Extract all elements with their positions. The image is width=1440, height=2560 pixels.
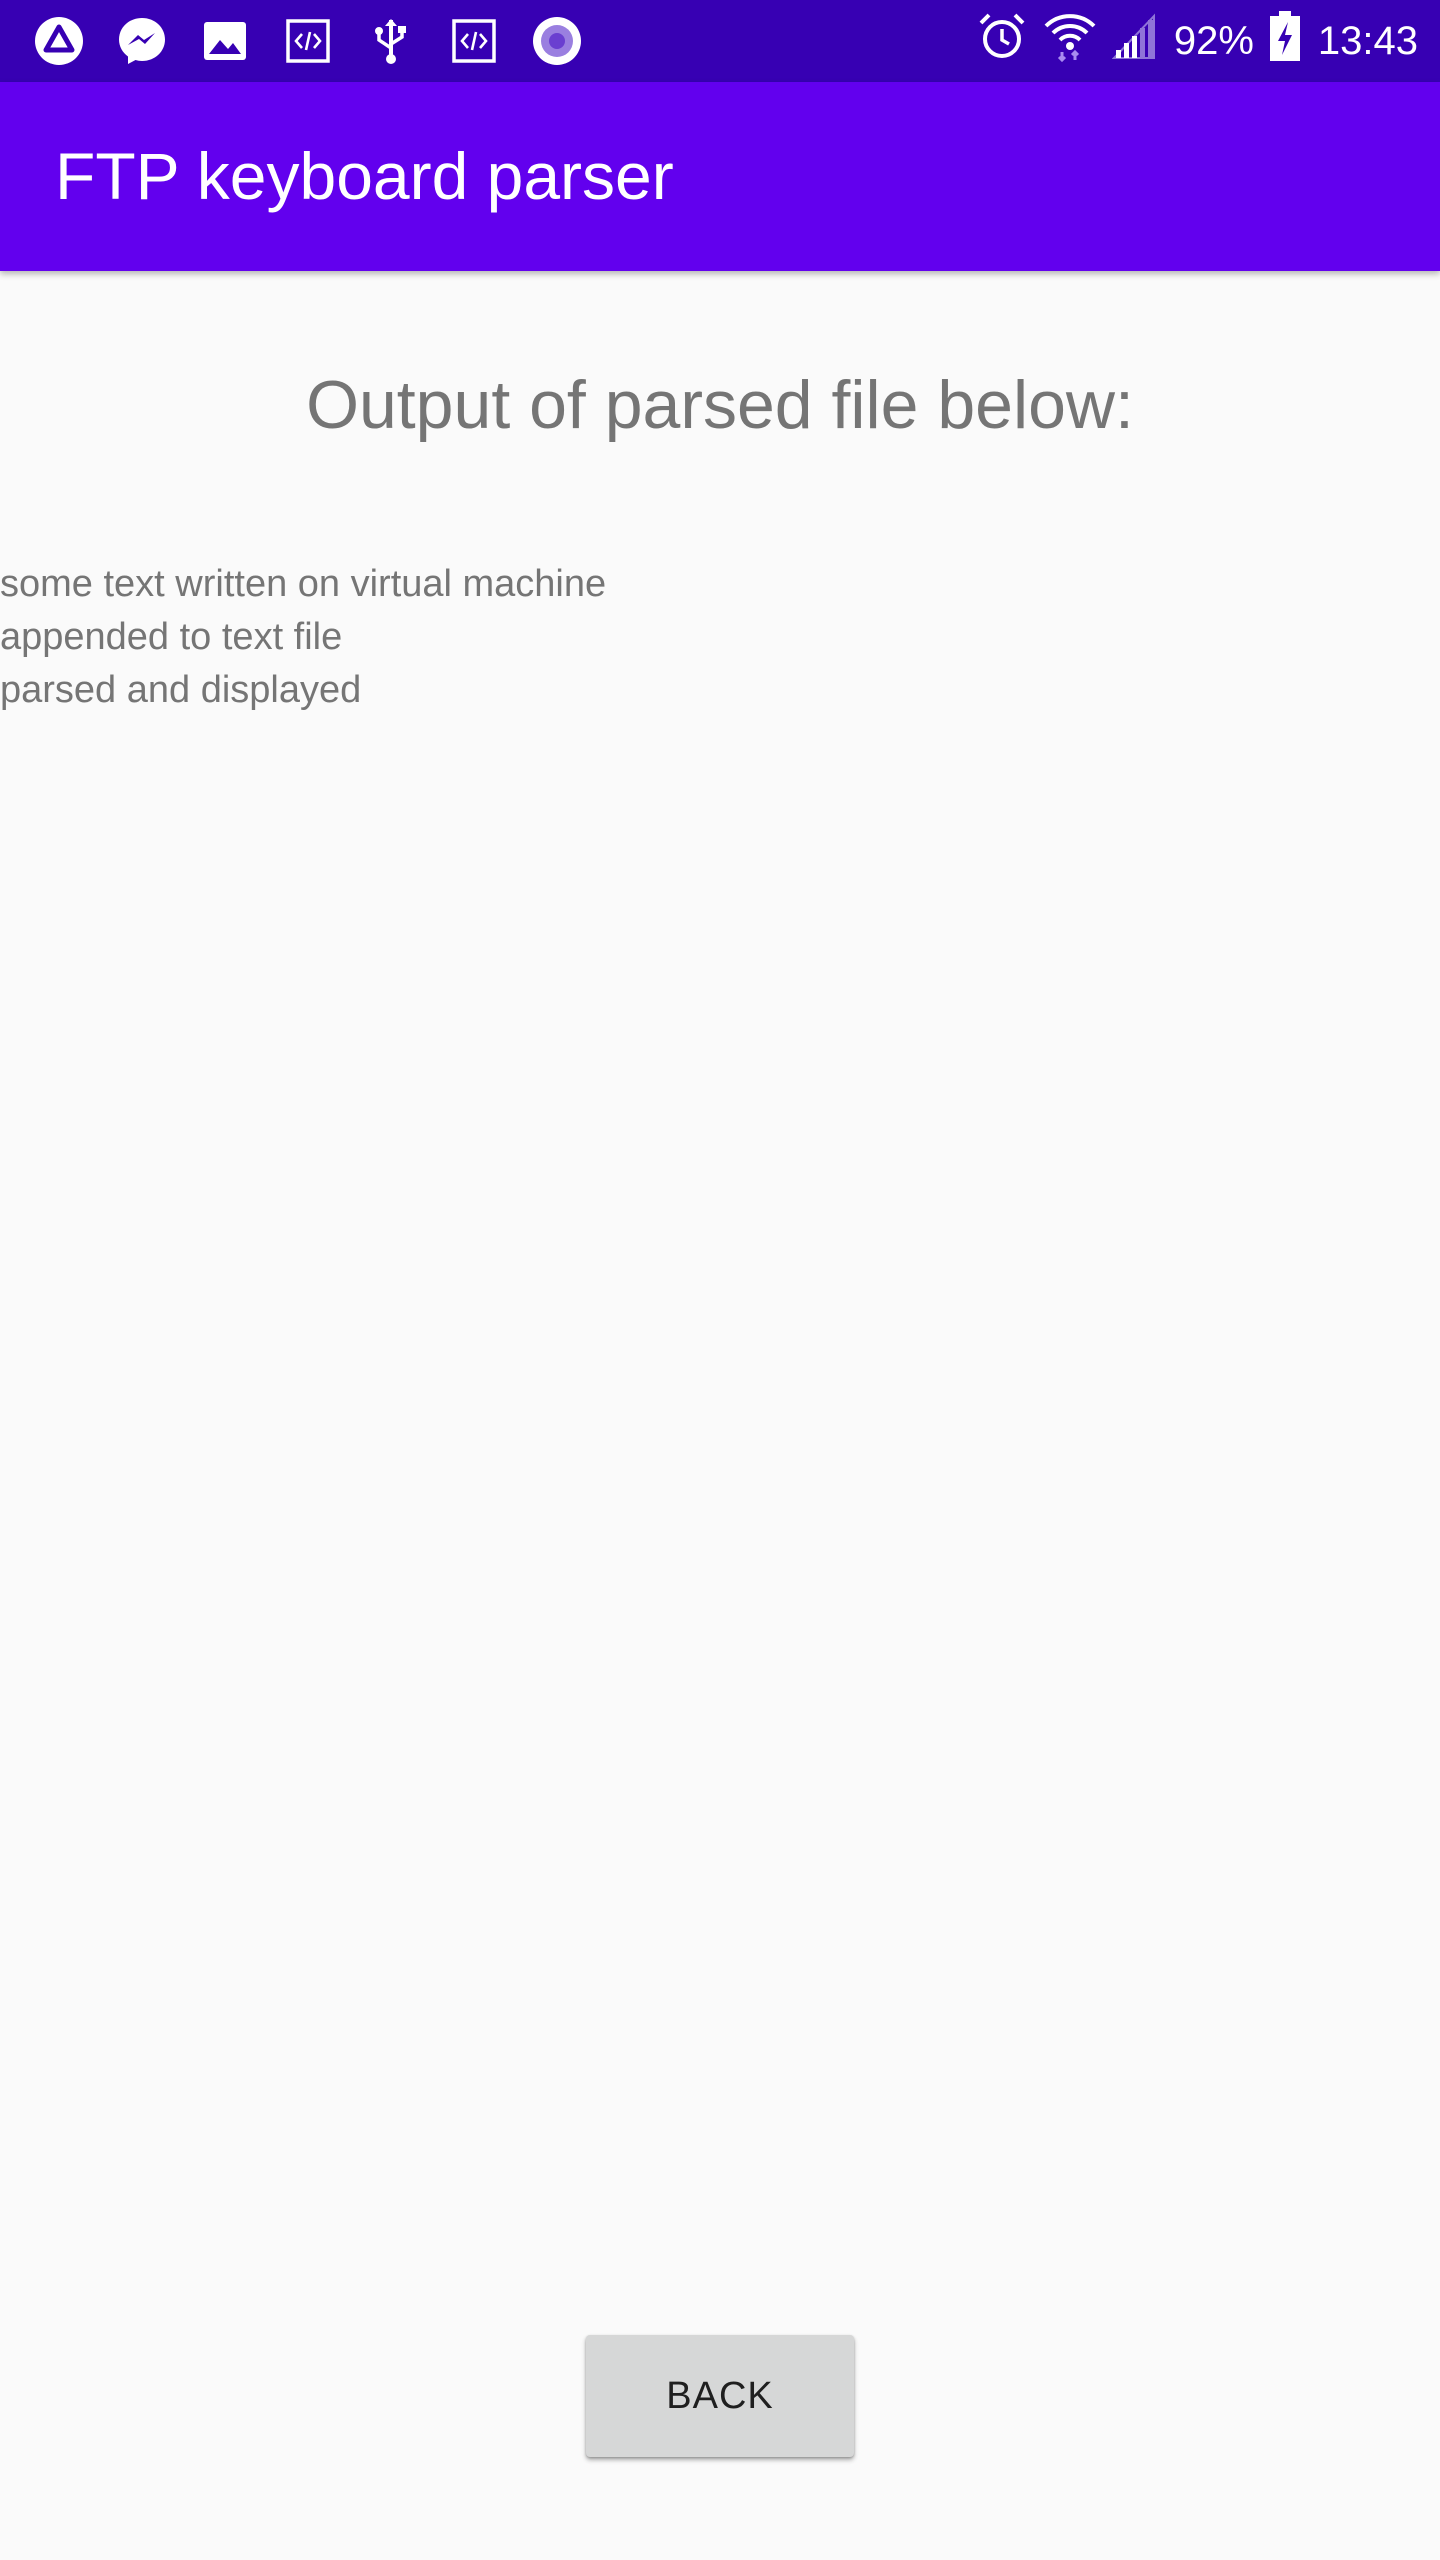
parsed-output: some text written on virtual machine app…: [0, 558, 1200, 717]
back-button[interactable]: BACK: [586, 2335, 854, 2457]
usb-icon: [366, 16, 416, 66]
system-status: 92% 13:43: [976, 0, 1418, 82]
battery-charging-icon: [1268, 10, 1302, 72]
notification-icons: [34, 0, 582, 82]
drive-icon: [34, 16, 84, 66]
page-heading: Output of parsed file below:: [306, 367, 1134, 443]
app-bar: FTP keyboard parser: [0, 82, 1440, 271]
code-icon: [449, 16, 499, 66]
output-line: some text written on virtual machine: [0, 563, 607, 605]
back-button-label: BACK: [666, 2374, 774, 2417]
wifi-icon: [1042, 10, 1098, 72]
messenger-icon: [117, 16, 167, 66]
record-icon: [532, 16, 582, 66]
gallery-icon: [200, 16, 250, 66]
app-title: FTP keyboard parser: [55, 139, 674, 213]
signal-icon: [1111, 12, 1156, 70]
alarm-icon: [976, 10, 1028, 72]
code-icon: [283, 16, 333, 66]
clock: 13:43: [1317, 18, 1418, 63]
output-line: appended to text file: [0, 616, 343, 658]
output-line: parsed and displayed: [0, 669, 362, 711]
status-bar: 92% 13:43: [0, 0, 1440, 82]
battery-percent: 92%: [1173, 18, 1254, 63]
screen: 92% 13:43 FTP keyboard parser Output of …: [0, 0, 1440, 2560]
